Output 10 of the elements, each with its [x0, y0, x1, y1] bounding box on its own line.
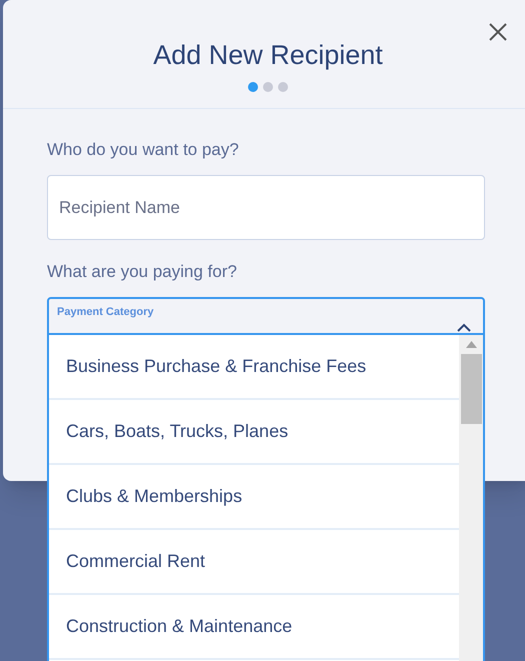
floating-label: Payment Category	[57, 305, 154, 320]
scrollbar-thumb[interactable]	[460, 354, 482, 424]
dialog-title: Add New Recipient	[153, 39, 383, 72]
field-label: What are you paying for?	[47, 261, 238, 283]
scroll-up-icon	[466, 341, 476, 348]
close-button[interactable]	[487, 21, 509, 43]
close-icon	[489, 23, 507, 41]
field-label: Who do you want to pay?	[47, 139, 240, 161]
recipient-name-input[interactable]: Recipient Name	[47, 175, 485, 240]
scrollbar[interactable]	[459, 335, 483, 661]
